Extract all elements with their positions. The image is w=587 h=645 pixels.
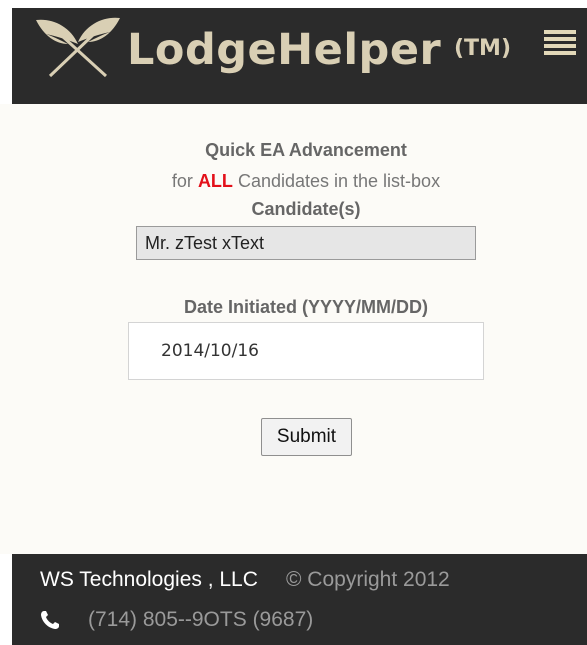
date-initiated-input[interactable] <box>128 322 484 380</box>
company-name: WS Technologies , LLC <box>40 568 258 591</box>
date-initiated-label: Date Initiated (YYYY/MM/DD) <box>183 297 429 317</box>
hamburger-menu-icon[interactable] <box>544 30 576 62</box>
crossed-quills-icon <box>36 17 120 78</box>
candidates-listbox[interactable]: Mr. zTest xText <box>136 226 476 260</box>
phone-number[interactable]: (714) 805--9OTS (9687) <box>88 608 313 632</box>
menu-bar <box>544 30 576 34</box>
submit-button[interactable]: Submit <box>261 418 352 456</box>
subtitle-prefix: for <box>171 171 193 191</box>
brand-name: LodgeHelper <box>127 25 442 75</box>
main-content: Quick EA Advancement for ALL Candidates … <box>0 104 587 554</box>
header-bar: LodgeHelper (TM) <box>12 8 587 104</box>
candidate-option[interactable]: Mr. zTest xText <box>145 233 264 253</box>
phone-icon <box>41 611 59 629</box>
copyright-text: © Copyright 2012 <box>286 568 450 591</box>
footer-bar: WS Technologies , LLC © Copyright 2012 (… <box>12 554 587 645</box>
form-title: Quick EA Advancement <box>205 140 407 160</box>
menu-bar <box>544 44 576 48</box>
candidates-label: Candidate(s) <box>251 199 361 219</box>
subtitle-emphasis: ALL <box>197 171 233 191</box>
form-subtitle: for ALL Candidates in the list-box <box>0 171 587 192</box>
trademark-label: (TM) <box>454 36 512 61</box>
page: LodgeHelper (TM) Quick EA Advancement fo… <box>0 0 587 645</box>
menu-bar <box>544 51 576 55</box>
menu-bar <box>544 37 576 41</box>
subtitle-suffix: Candidates in the list-box <box>237 171 441 191</box>
